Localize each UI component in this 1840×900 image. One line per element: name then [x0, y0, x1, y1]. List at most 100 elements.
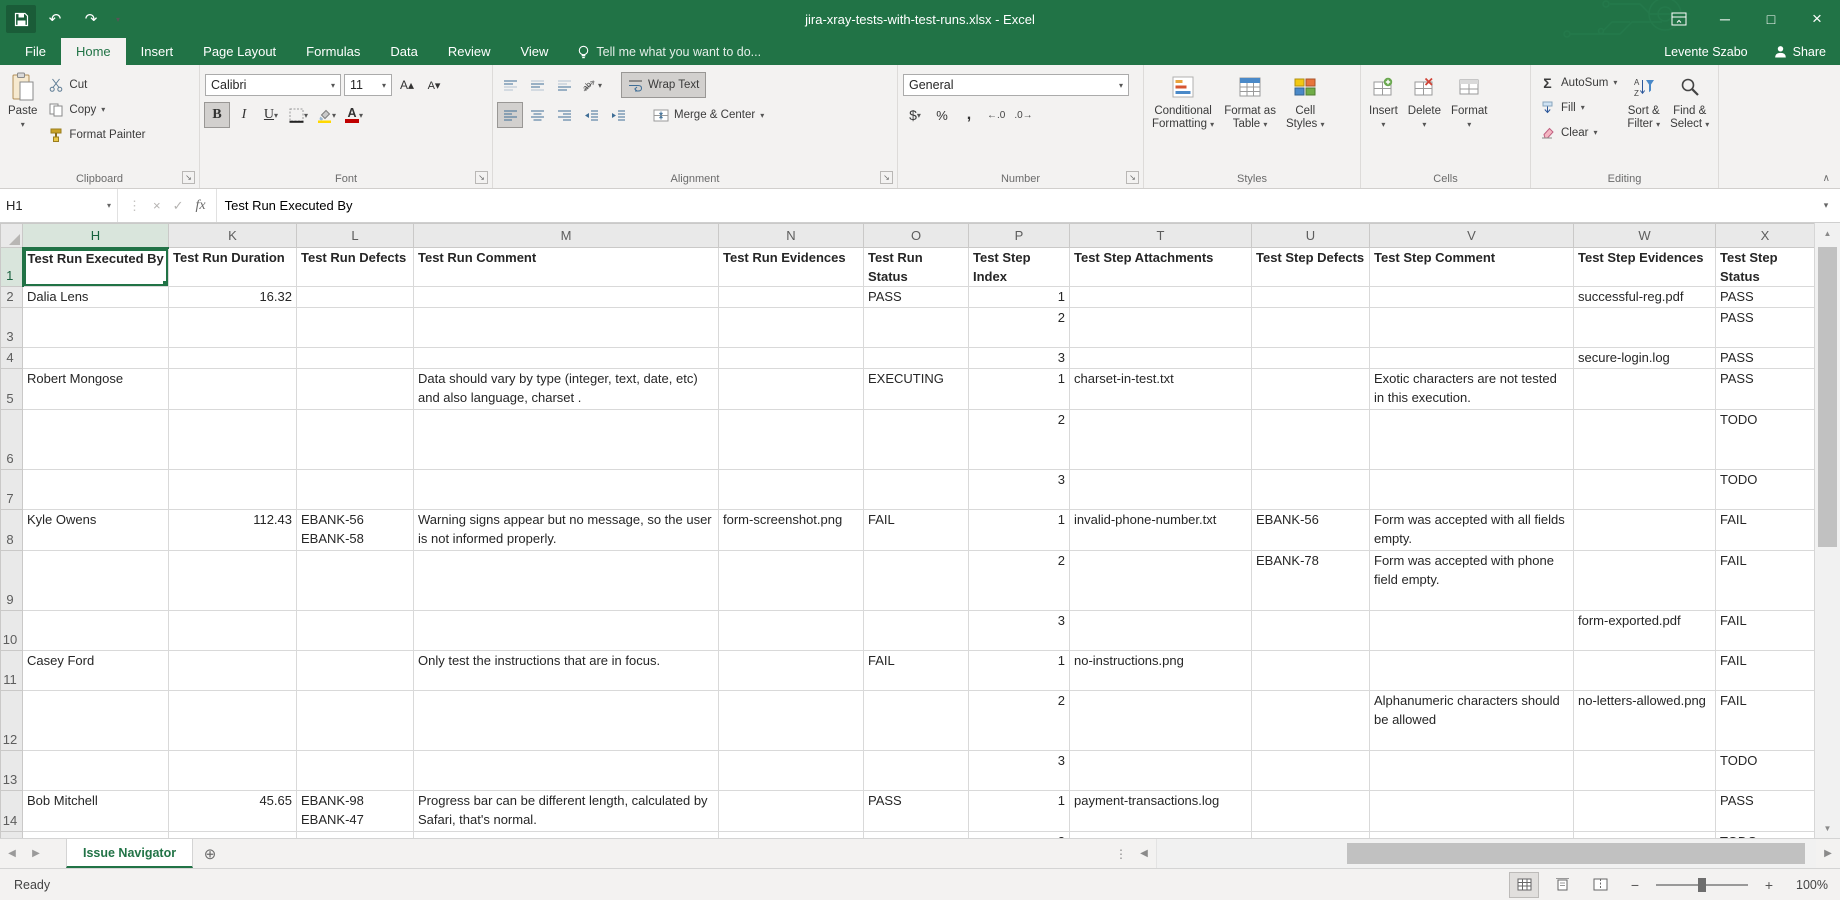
cell-N9[interactable]	[719, 551, 864, 611]
cell-P10[interactable]: 3	[969, 611, 1070, 651]
cell-T10[interactable]	[1070, 611, 1252, 651]
align-center-button[interactable]	[525, 103, 549, 127]
cell-N12[interactable]	[719, 691, 864, 751]
cell-H12[interactable]	[23, 691, 169, 751]
cell-K2[interactable]: 16.32	[169, 287, 297, 308]
cell-P1[interactable]: Test Step Index	[969, 248, 1070, 287]
cell-U3[interactable]	[1252, 308, 1370, 348]
row-header-6[interactable]: 6	[1, 410, 23, 470]
cell-W2[interactable]: successful-reg.pdf	[1574, 287, 1716, 308]
cell-O6[interactable]	[864, 410, 969, 470]
cell-P8[interactable]: 1	[969, 510, 1070, 551]
zoom-slider[interactable]	[1656, 884, 1748, 886]
cell-K11[interactable]	[169, 651, 297, 691]
cell-L5[interactable]	[297, 369, 414, 410]
save-button[interactable]	[6, 5, 36, 33]
cell-W4[interactable]: secure-login.log	[1574, 348, 1716, 369]
cell-V4[interactable]	[1370, 348, 1574, 369]
insert-function-button[interactable]: fx	[196, 198, 206, 214]
cell-U15[interactable]	[1252, 832, 1370, 839]
cell-N8[interactable]: form-screenshot.png	[719, 510, 864, 551]
maximize-button[interactable]: □	[1748, 0, 1794, 38]
cell-H13[interactable]	[23, 751, 169, 791]
cell-V10[interactable]	[1370, 611, 1574, 651]
cell-N3[interactable]	[719, 308, 864, 348]
ribbon-tab-insert[interactable]: Insert	[126, 38, 189, 65]
cell-V6[interactable]	[1370, 410, 1574, 470]
cell-M12[interactable]	[414, 691, 719, 751]
cell-N5[interactable]	[719, 369, 864, 410]
ribbon-tab-home[interactable]: Home	[61, 38, 126, 65]
find-select-button[interactable]: Find & Select ▾	[1665, 68, 1714, 168]
alignment-dialog-launcher[interactable]: ↘	[880, 171, 893, 184]
cell-X6[interactable]: TODO	[1716, 410, 1815, 470]
cell-L11[interactable]	[297, 651, 414, 691]
cell-O1[interactable]: Test Run Status	[864, 248, 969, 287]
cell-O8[interactable]: FAIL	[864, 510, 969, 551]
cell-L4[interactable]	[297, 348, 414, 369]
cell-U5[interactable]	[1252, 369, 1370, 410]
cell-N6[interactable]	[719, 410, 864, 470]
top-align-button[interactable]	[498, 73, 522, 97]
row-header-3[interactable]: 3	[1, 308, 23, 348]
cell-T2[interactable]	[1070, 287, 1252, 308]
cell-X7[interactable]: TODO	[1716, 470, 1815, 510]
ribbon-tab-review[interactable]: Review	[433, 38, 506, 65]
cell-H5[interactable]: Robert Mongose	[23, 369, 169, 410]
cell-N13[interactable]	[719, 751, 864, 791]
cell-P4[interactable]: 3	[969, 348, 1070, 369]
cell-H15[interactable]	[23, 832, 169, 839]
cell-O9[interactable]	[864, 551, 969, 611]
undo-button[interactable]: ↶	[38, 4, 72, 34]
cell-V7[interactable]	[1370, 470, 1574, 510]
cell-M9[interactable]	[414, 551, 719, 611]
cell-U2[interactable]	[1252, 287, 1370, 308]
cell-K3[interactable]	[169, 308, 297, 348]
column-header-V[interactable]: V	[1370, 224, 1574, 248]
formula-drag-handle[interactable]: ⋮	[128, 198, 141, 214]
cell-X11[interactable]: FAIL	[1716, 651, 1815, 691]
cell-M14[interactable]: Progress bar can be different length, ca…	[414, 791, 719, 832]
cell-V11[interactable]	[1370, 651, 1574, 691]
cell-W13[interactable]	[1574, 751, 1716, 791]
cell-L12[interactable]	[297, 691, 414, 751]
paste-button[interactable]: Paste ▾	[3, 68, 42, 168]
cell-V5[interactable]: Exotic characters are not tested in this…	[1370, 369, 1574, 410]
row-header-12[interactable]: 12	[1, 691, 23, 751]
cell-P14[interactable]: 1	[969, 791, 1070, 832]
cell-W12[interactable]: no-letters-allowed.png	[1574, 691, 1716, 751]
cell-V12[interactable]: Alphanumeric characters should be allowe…	[1370, 691, 1574, 751]
cell-W5[interactable]	[1574, 369, 1716, 410]
cell-V14[interactable]	[1370, 791, 1574, 832]
clipboard-dialog-launcher[interactable]: ↘	[182, 171, 195, 184]
collapse-ribbon-button[interactable]: ∧	[1823, 173, 1830, 184]
cell-K8[interactable]: 112.43	[169, 510, 297, 551]
align-right-button[interactable]	[552, 103, 576, 127]
user-name[interactable]: Levente Szabo	[1664, 45, 1747, 59]
cell-P15[interactable]: 2	[969, 832, 1070, 839]
ribbon-tab-page-layout[interactable]: Page Layout	[188, 38, 291, 65]
cell-X1[interactable]: Test Step Status	[1716, 248, 1815, 287]
cell-H10[interactable]	[23, 611, 169, 651]
font-dialog-launcher[interactable]: ↘	[475, 171, 488, 184]
cell-H11[interactable]: Casey Ford	[23, 651, 169, 691]
bold-button[interactable]: B	[205, 103, 229, 127]
italic-button[interactable]: I	[232, 103, 256, 127]
cell-K15[interactable]	[169, 832, 297, 839]
cell-T4[interactable]	[1070, 348, 1252, 369]
tab-split-handle[interactable]: ⋮	[1110, 847, 1132, 861]
cell-W6[interactable]	[1574, 410, 1716, 470]
zoom-out-button[interactable]: −	[1624, 877, 1646, 893]
cell-M2[interactable]	[414, 287, 719, 308]
cell-X3[interactable]: PASS	[1716, 308, 1815, 348]
row-header-13[interactable]: 13	[1, 751, 23, 791]
copy-button[interactable]: Copy ▾	[42, 97, 150, 122]
cell-V15[interactable]	[1370, 832, 1574, 839]
ribbon-display-options-button[interactable]	[1656, 0, 1702, 38]
share-button[interactable]: Share	[1774, 45, 1826, 59]
vertical-scroll-thumb[interactable]	[1818, 247, 1837, 547]
cell-X4[interactable]: PASS	[1716, 348, 1815, 369]
select-all-corner[interactable]	[1, 224, 23, 248]
cell-M11[interactable]: Only test the instructions that are in f…	[414, 651, 719, 691]
align-left-button[interactable]	[498, 103, 522, 127]
